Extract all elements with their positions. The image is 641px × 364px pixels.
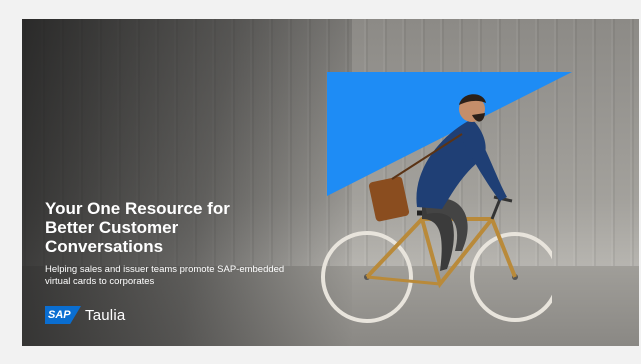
hero-banner: Your One Resource for Better Customer Co…	[22, 19, 639, 346]
brand-name: Taulia	[85, 306, 126, 324]
sap-taulia-logo: SAP Taulia	[45, 306, 125, 324]
subtitle: Helping sales and issuer teams promote S…	[45, 264, 285, 287]
headline: Your One Resource for Better Customer Co…	[45, 199, 230, 256]
sap-logo-icon: SAP	[45, 306, 81, 324]
cyclist-illustration	[321, 94, 552, 323]
shadow-overlay	[22, 19, 352, 346]
